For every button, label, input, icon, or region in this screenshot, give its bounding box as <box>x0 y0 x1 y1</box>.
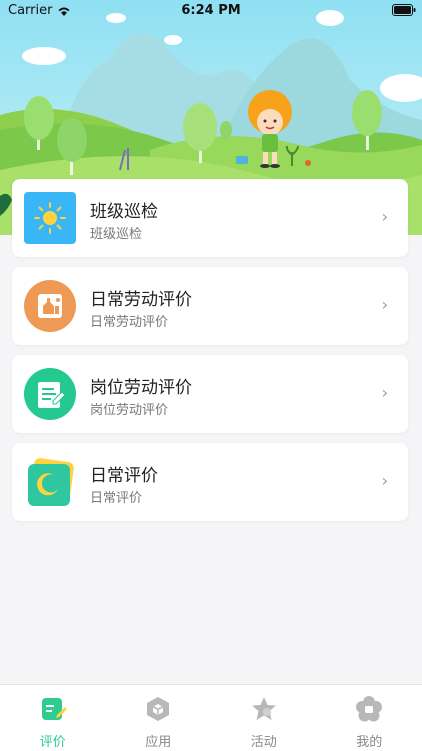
card-title: 班级巡检 <box>90 197 158 222</box>
apps-icon <box>144 695 172 723</box>
document-edit-icon <box>24 368 76 420</box>
chevron-right-icon: › <box>382 471 388 490</box>
card-subtitle: 岗位劳动评价 <box>90 399 168 418</box>
menu-card-daily-labor[interactable]: 日常劳动评价 日常劳动评价 › <box>12 267 408 345</box>
menu-card-post-labor[interactable]: 岗位劳动评价 岗位劳动评价 › <box>12 355 408 433</box>
flower-icon <box>355 695 383 723</box>
chevron-right-icon: › <box>382 207 388 226</box>
tab-label: 应用 <box>106 731 212 750</box>
card-subtitle: 班级巡检 <box>90 223 142 242</box>
chevron-right-icon: › <box>382 295 388 314</box>
card-title: 岗位劳动评价 <box>90 373 192 398</box>
chevron-right-icon: › <box>382 383 388 402</box>
clock-time: 6:24 PM <box>0 3 422 18</box>
bottom-tab-bar: 评价 应用 活动 <box>0 684 422 751</box>
menu-card-class-inspection[interactable]: 班级巡检 班级巡检 › <box>12 179 408 257</box>
card-subtitle: 日常劳动评价 <box>90 311 168 330</box>
status-bar: Carrier 6:24 PM <box>0 0 422 22</box>
card-subtitle: 日常评价 <box>90 487 142 506</box>
tab-mine[interactable]: 我的 <box>317 685 422 751</box>
card-title: 日常评价 <box>90 461 158 486</box>
tab-label: 活动 <box>211 731 317 750</box>
tab-apps[interactable]: 应用 <box>106 685 212 751</box>
tab-activity[interactable]: 活动 <box>211 685 317 751</box>
menu-card-daily-evaluation[interactable]: 日常评价 日常评价 › <box>12 443 408 521</box>
tab-evaluate[interactable]: 评价 <box>0 685 106 751</box>
building-icon <box>24 280 76 332</box>
battery-icon <box>392 4 416 20</box>
tab-label: 评价 <box>0 731 106 750</box>
evaluate-icon <box>39 695 67 723</box>
sun-icon <box>24 192 76 244</box>
tab-label: 我的 <box>317 731 422 750</box>
star-icon <box>250 695 278 723</box>
moon-icon <box>24 456 76 508</box>
card-title: 日常劳动评价 <box>90 285 192 310</box>
